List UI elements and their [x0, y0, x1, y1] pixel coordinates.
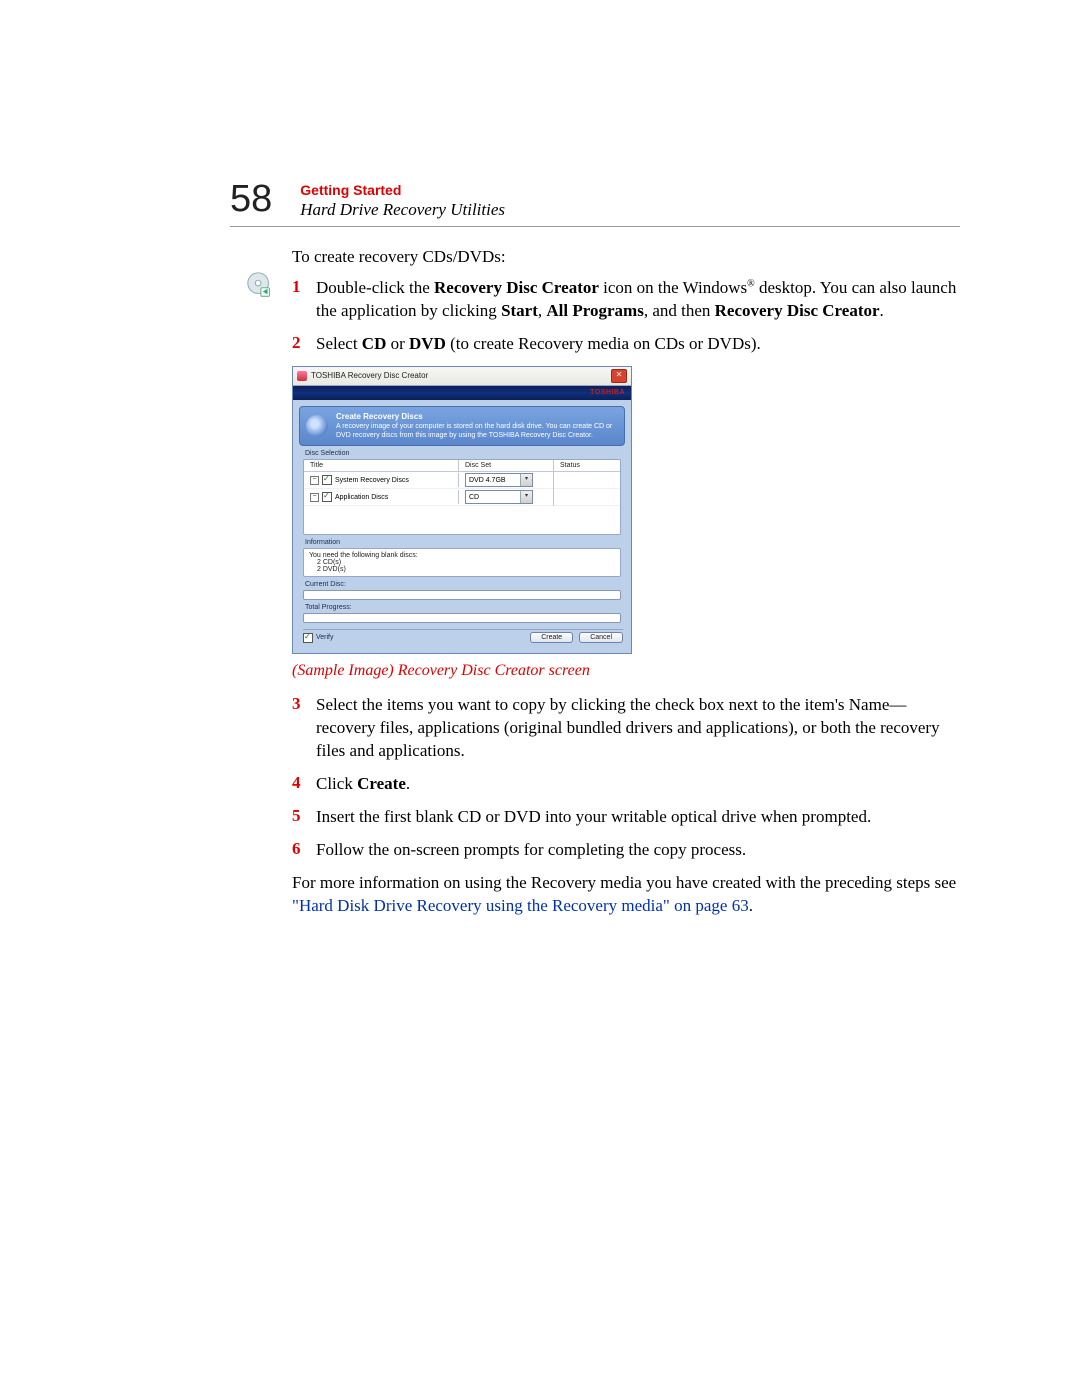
- disc-set-dropdown[interactable]: CD ▾: [465, 490, 533, 504]
- disc-selection-label: Disc Selection: [305, 450, 631, 457]
- disc-shortcut-icon: [245, 270, 275, 300]
- section-subtitle: Hard Drive Recovery Utilities: [300, 200, 505, 220]
- step-number: 6: [292, 839, 316, 859]
- step-5: 5 Insert the first blank CD or DVD into …: [292, 806, 960, 829]
- titlebar: TOSHIBA Recovery Disc Creator ✕: [293, 367, 631, 386]
- step-body: Follow the on-screen prompts for complet…: [316, 839, 960, 862]
- step-3: 3 Select the items you want to copy by c…: [292, 694, 960, 763]
- footer-paragraph: For more information on using the Recove…: [292, 872, 960, 918]
- embedded-dialog-figure: TOSHIBA Recovery Disc Creator ✕ TOSHIBA …: [292, 366, 632, 655]
- grid-row: − System Recovery Discs DVD 4.7GB ▾: [304, 472, 620, 489]
- information-label: Information: [305, 539, 621, 546]
- step-body: Click Create.: [316, 773, 960, 796]
- step-number: 2: [292, 333, 316, 353]
- window-title: TOSHIBA Recovery Disc Creator: [311, 371, 611, 380]
- page-number: 58: [230, 180, 272, 218]
- grid-row: − Application Discs CD ▾: [304, 489, 620, 506]
- step-2: 2 Select CD or DVD (to create Recovery m…: [292, 333, 960, 356]
- tree-toggle[interactable]: −: [310, 476, 319, 485]
- row-label: System Recovery Discs: [335, 477, 409, 484]
- current-disc-label: Current Disc:: [305, 581, 621, 588]
- row-status: [554, 478, 620, 482]
- tree-toggle[interactable]: −: [310, 493, 319, 502]
- checkbox-icon: [303, 633, 313, 643]
- step-body: Insert the first blank CD or DVD into yo…: [316, 806, 960, 829]
- step-number: 1: [292, 277, 316, 297]
- banner-description: A recovery image of your computer is sto…: [336, 423, 618, 441]
- cross-reference-link[interactable]: "Hard Disk Drive Recovery using the Reco…: [292, 896, 749, 915]
- disc-icon: [306, 415, 328, 437]
- row-status: [554, 495, 620, 499]
- step-body: Double-click the Recovery Disc Creator i…: [316, 277, 960, 323]
- total-progress-bar: [303, 613, 621, 623]
- information-text: You need the following blank discs: 2 CD…: [303, 548, 621, 577]
- banner-title: Create Recovery Discs: [336, 412, 618, 422]
- step-6: 6 Follow the on-screen prompts for compl…: [292, 839, 960, 862]
- step-4: 4 Click Create.: [292, 773, 960, 796]
- step-number: 5: [292, 806, 316, 826]
- verify-checkbox[interactable]: Verify: [303, 633, 334, 643]
- row-checkbox[interactable]: [322, 492, 332, 502]
- manual-page: 58 Getting Started Hard Drive Recovery U…: [0, 0, 1080, 988]
- chevron-down-icon: ▾: [520, 491, 532, 503]
- create-button[interactable]: Create: [530, 632, 573, 643]
- step-body: Select CD or DVD (to create Recovery med…: [316, 333, 960, 356]
- information-section: Information You need the following blank…: [303, 539, 621, 577]
- page-header: 58 Getting Started Hard Drive Recovery U…: [230, 180, 960, 227]
- col-title: Title: [304, 460, 459, 471]
- step-body: Select the items you want to copy by cli…: [316, 694, 960, 763]
- section-title: Getting Started: [300, 182, 505, 198]
- disc-selection-grid: Title Disc Set Status − System Recovery …: [303, 459, 621, 535]
- col-disc-set: Disc Set: [459, 460, 554, 471]
- intro-text: To create recovery CDs/DVDs:: [292, 247, 960, 267]
- figure-caption: (Sample Image) Recovery Disc Creator scr…: [292, 662, 960, 680]
- verify-label: Verify: [316, 634, 334, 641]
- col-status: Status: [554, 460, 620, 471]
- recovery-disc-creator-dialog: TOSHIBA Recovery Disc Creator ✕ TOSHIBA …: [292, 366, 632, 655]
- brand-bar: TOSHIBA: [293, 386, 631, 400]
- chevron-down-icon: ▾: [520, 474, 532, 486]
- disc-set-dropdown[interactable]: DVD 4.7GB ▾: [465, 473, 533, 487]
- current-disc-progress: [303, 590, 621, 600]
- dialog-button-bar: Verify Create Cancel: [303, 629, 623, 647]
- current-disc-section: Current Disc:: [303, 581, 621, 600]
- step-number: 3: [292, 694, 316, 714]
- total-progress-label: Total Progress:: [305, 604, 621, 611]
- banner: Create Recovery Discs A recovery image o…: [299, 406, 625, 447]
- step-number: 4: [292, 773, 316, 793]
- total-progress-section: Total Progress:: [303, 604, 621, 623]
- close-button[interactable]: ✕: [611, 369, 627, 383]
- banner-text: Create Recovery Discs A recovery image o…: [336, 412, 618, 441]
- header-text-block: Getting Started Hard Drive Recovery Util…: [300, 180, 505, 220]
- app-icon: [297, 371, 307, 381]
- toshiba-logo-text: TOSHIBA: [590, 389, 625, 396]
- grid-empty-area: [304, 506, 620, 534]
- cancel-button[interactable]: Cancel: [579, 632, 623, 643]
- row-checkbox[interactable]: [322, 475, 332, 485]
- step-1: 1 Double-click the Recovery Disc Creator…: [292, 277, 960, 323]
- row-label: Application Discs: [335, 494, 388, 501]
